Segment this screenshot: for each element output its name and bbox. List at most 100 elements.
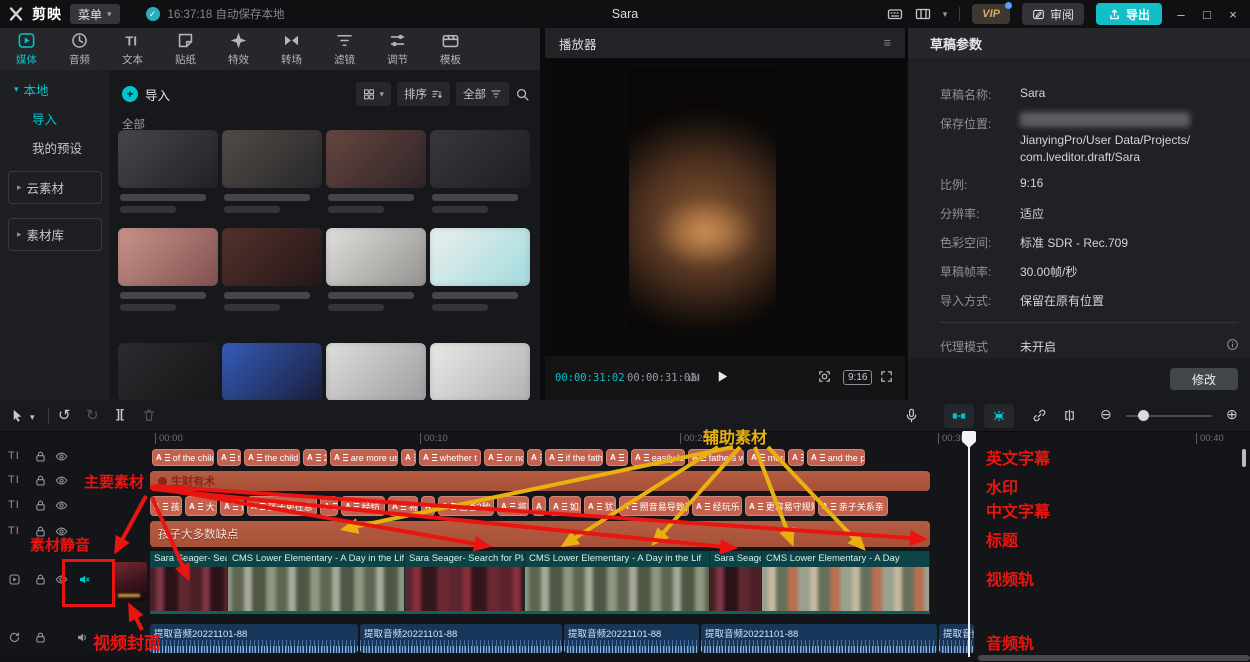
subtitle-clip-en[interactable]: Aand the pa [807, 449, 865, 466]
media-thumbnail[interactable] [222, 343, 322, 400]
subtitle-clip-en[interactable]: Aor not [484, 449, 524, 466]
subtitle-clip-en[interactable]: Ath [606, 449, 628, 466]
tab-sticker[interactable]: 贴纸 [159, 28, 212, 70]
fullscreen-icon[interactable] [879, 369, 894, 384]
lock-icon[interactable] [34, 573, 47, 586]
video-clip[interactable]: CMS Lower Elementary - A Day in the Lif [525, 551, 710, 611]
sidebar-item-素材库[interactable]: ▸素材库 [8, 218, 102, 251]
subtitle-clip-cn[interactable]: A爸爸2秒 [438, 496, 494, 516]
visibility-eye-icon[interactable] [55, 499, 68, 512]
subtitle-clip-cn[interactable]: A犹豫 [584, 496, 616, 516]
subtitle-clip-en[interactable]: Aare more us [330, 449, 398, 466]
tab-media[interactable]: 媒体 [0, 28, 53, 70]
delete-icon[interactable] [142, 408, 156, 422]
subtitle-clip-en[interactable]: Ath [217, 449, 241, 466]
video-clip[interactable]: Sara Seager- Sea [150, 551, 228, 611]
subtitle-clip-en[interactable]: Amore l [747, 449, 785, 466]
review-button[interactable]: 审阅 [1022, 3, 1084, 25]
import-icon[interactable]: + [122, 86, 138, 102]
auto-magnet-toggle-icon[interactable] [984, 404, 1014, 428]
subtitle-clip-cn[interactable]: A照音易导致孩 [619, 496, 689, 516]
media-thumbnail[interactable] [326, 228, 426, 286]
media-thumbnail[interactable] [222, 130, 322, 188]
media-thumbnail[interactable] [326, 343, 426, 400]
tab-text[interactable]: TI文本 [106, 28, 159, 70]
subtitle-clip-cn[interactable]: A将影 [497, 496, 529, 516]
subtitle-clip-en[interactable]: A [401, 449, 416, 466]
view-mode-selector[interactable]: ▾ [356, 82, 391, 106]
tab-template[interactable]: 模板 [424, 28, 477, 70]
tab-filter[interactable]: 滤镜 [318, 28, 371, 70]
chevron-down-icon[interactable]: ▾ [30, 412, 35, 423]
watermark-clip[interactable]: 生财有术 [150, 471, 930, 491]
subtitle-clip-cn[interactable]: A更容易守规矩 [745, 496, 815, 516]
chevron-down-icon[interactable]: ▾ [943, 9, 948, 20]
media-thumbnail[interactable] [118, 343, 218, 400]
zoom-in-icon[interactable]: ⊕ [1226, 406, 1238, 423]
record-mic-icon[interactable] [904, 408, 919, 423]
speaker-icon[interactable] [76, 631, 89, 644]
video-track-icon[interactable] [8, 573, 21, 586]
zoom-slider-knob[interactable] [1138, 410, 1149, 421]
subtitle-clip-cn[interactable]: A孩子 [150, 496, 182, 516]
media-thumbnail[interactable] [326, 130, 426, 188]
sidebar-item-云素材[interactable]: ▸云素材 [8, 171, 102, 204]
modify-button[interactable]: 修改 [1170, 368, 1238, 390]
media-thumbnail[interactable] [430, 228, 530, 286]
audio-loop-icon[interactable] [8, 631, 21, 644]
audio-clip[interactable]: 提取音频20221101-88 [150, 624, 358, 653]
close-button[interactable]: × [1226, 7, 1240, 22]
subtitle-clip-en[interactable]: Aeasily lea [631, 449, 685, 466]
subtitle-clip-en[interactable]: A2 [303, 449, 327, 466]
media-thumbnail[interactable] [222, 228, 322, 286]
subtitle-clip-en[interactable]: Athe child [244, 449, 300, 466]
subtitle-clip-cn[interactable]: A如果 [549, 496, 581, 516]
subtitle-clip-en[interactable]: Aw [788, 449, 804, 466]
video-clip[interactable]: CMS Lower Elementary - A Day [762, 551, 930, 611]
import-label[interactable]: 导入 [145, 85, 170, 104]
quality-icon[interactable] [687, 370, 701, 384]
subtitle-clip-en[interactable]: Aif the fath [545, 449, 603, 466]
shortcut-keyboard-icon[interactable] [887, 6, 903, 22]
visibility-eye-icon[interactable] [55, 474, 68, 487]
clip-split-icon[interactable] [1062, 408, 1077, 423]
ratio-button[interactable]: 9:16 [843, 370, 872, 385]
horizontal-scrollbar[interactable] [978, 655, 1250, 661]
vertical-scrollbar[interactable] [1242, 449, 1246, 467]
redo-icon[interactable]: ↻ [86, 406, 99, 424]
title-clip[interactable]: 孩子大多数缺点 [150, 521, 930, 547]
search-icon[interactable] [515, 87, 530, 102]
split-icon[interactable]: ][ [116, 407, 124, 421]
video-cover-thumbnail[interactable] [112, 562, 147, 602]
maximize-button[interactable]: □ [1200, 7, 1214, 22]
zoom-out-icon[interactable]: ⊖ [1100, 406, 1112, 423]
minimize-button[interactable]: – [1174, 7, 1188, 22]
visibility-eye-icon[interactable] [55, 450, 68, 463]
sidebar-item-本地[interactable]: ▾本地 [14, 80, 100, 99]
sidebar-item-我的预设[interactable]: 我的预设 [32, 138, 100, 157]
sort-selector[interactable]: 排序 [397, 82, 450, 106]
layout-switch-icon[interactable] [915, 6, 931, 22]
cursor-tool-icon[interactable] [10, 408, 25, 423]
subtitle-clip-cn[interactable]: A这 [220, 496, 244, 516]
lock-icon[interactable] [34, 450, 47, 463]
subtitle-clip-cn[interactable]: A [421, 496, 435, 516]
video-clip[interactable]: Sara Seager- Search for Pla [405, 551, 525, 611]
sidebar-item-导入[interactable]: 导入 [32, 109, 100, 128]
menu-button[interactable]: 菜单▾ [70, 4, 120, 24]
playhead-line[interactable] [968, 431, 970, 657]
subtitle-clip-cn[interactable]: A [532, 496, 546, 516]
tab-audio[interactable]: 音频 [53, 28, 106, 70]
subtitle-clip-cn[interactable]: A亲子关系亲 [818, 496, 888, 516]
media-thumbnail[interactable] [118, 228, 218, 286]
tab-effect[interactable]: 特效 [212, 28, 265, 70]
timeline-ruler[interactable] [0, 430, 1250, 446]
subtitle-clip-cn[interactable]: A将 [320, 496, 338, 516]
preview-focus-icon[interactable] [817, 369, 832, 384]
video-clip[interactable]: CMS Lower Elementary - A Day in the Life… [228, 551, 405, 611]
info-icon[interactable] [1226, 338, 1239, 351]
subtitle-clip-en[interactable]: Aof the child [152, 449, 214, 466]
video-preview[interactable] [629, 68, 776, 330]
lock-icon[interactable] [34, 499, 47, 512]
subtitle-clip-en[interactable]: Awhether t [419, 449, 481, 466]
